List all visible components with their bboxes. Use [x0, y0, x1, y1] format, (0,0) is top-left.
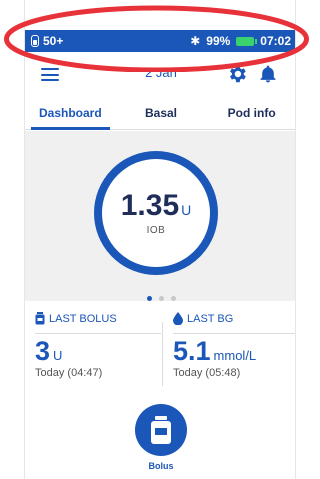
divider	[173, 333, 295, 334]
divider	[35, 333, 161, 334]
page-dot-active	[146, 296, 152, 301]
divider	[162, 322, 163, 386]
page-indicator	[25, 296, 295, 301]
gear-icon[interactable]	[226, 63, 248, 85]
app-header: 2 Jan	[25, 54, 295, 94]
page-dot	[158, 296, 164, 301]
pod-reservoir-value: 50+	[43, 34, 64, 48]
bell-icon[interactable]	[258, 63, 278, 85]
app-screen: 50+ ✱ 99% 07:02 2 Jan Dashboard Basal Po…	[24, 0, 296, 479]
blood-drop-icon	[173, 312, 183, 325]
last-bg-unit: mmol/L	[213, 348, 257, 363]
iob-value: 1.35	[120, 188, 180, 222]
header-date: 2 Jan	[145, 65, 177, 80]
tab-bar: Dashboard Basal Pod info	[25, 98, 295, 130]
last-bolus-card: LAST BOLUS 3U Today (04:47)	[35, 312, 161, 379]
page-dot	[170, 296, 176, 301]
last-bolus-time: Today (04:47)	[35, 367, 103, 379]
dashboard-panel[interactable]: 1.35 U IOB	[25, 131, 295, 301]
last-bolus-value: 3	[35, 336, 51, 366]
iob-gauge: 1.35 U IOB	[94, 151, 218, 275]
last-bolus-unit: U	[53, 348, 63, 363]
tab-dashboard[interactable]: Dashboard	[25, 98, 116, 130]
last-bg-title: LAST BG	[187, 312, 234, 325]
last-bg-value: 5.1	[173, 336, 211, 366]
last-bg-card: LAST BG 5.1 mmol/L Today (05:48)	[173, 312, 295, 379]
bolus-button[interactable]	[135, 404, 187, 456]
tab-basal[interactable]: Basal	[116, 98, 207, 129]
status-bar: 50+ ✱ 99% 07:02	[25, 30, 295, 52]
bolus-vial-icon	[35, 312, 45, 325]
bluetooth-icon: ✱	[190, 34, 201, 48]
pod-reservoir-icon	[31, 35, 39, 47]
battery-icon	[236, 36, 258, 46]
battery-percent: 99%	[206, 34, 231, 48]
iob-unit: U	[181, 201, 192, 218]
last-bolus-title: LAST BOLUS	[49, 312, 117, 325]
last-bg-time: Today (05:48)	[173, 367, 241, 379]
bolus-vial-icon	[151, 416, 171, 444]
clock: 07:02	[260, 34, 291, 48]
iob-label: IOB	[146, 224, 166, 236]
tab-pod-info[interactable]: Pod info	[206, 98, 295, 129]
bolus-button-label: Bolus	[148, 461, 174, 471]
